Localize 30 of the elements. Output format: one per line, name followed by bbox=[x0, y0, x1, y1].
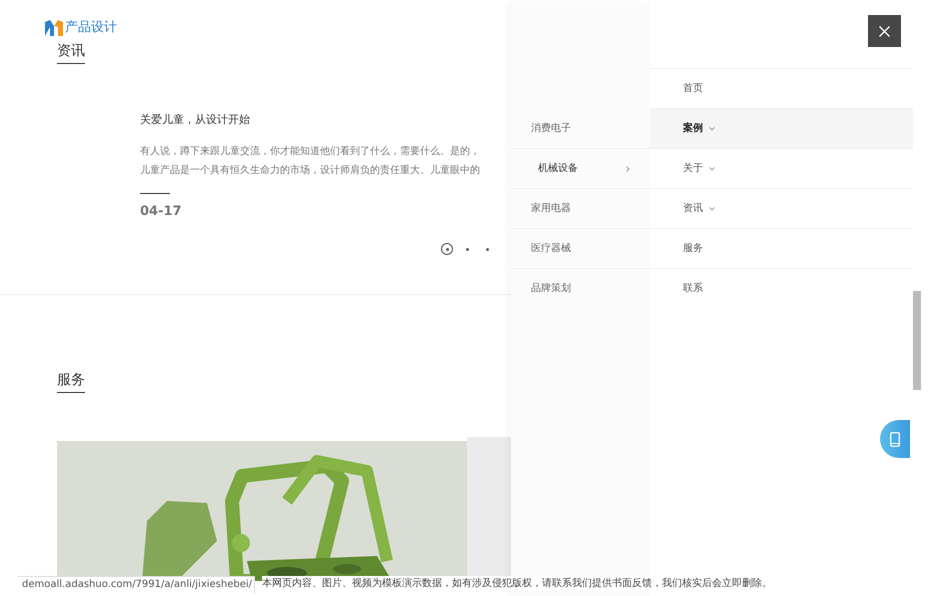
close-icon bbox=[879, 26, 890, 36]
section-heading: 服务 bbox=[57, 372, 85, 393]
chevron-right-icon bbox=[626, 166, 630, 172]
menu-item-label: 案例 bbox=[683, 121, 703, 136]
menu-item-label: 联系 bbox=[683, 282, 703, 296]
article-date: 04-17 bbox=[140, 203, 183, 222]
submenu-item[interactable]: 品牌策划 bbox=[531, 281, 571, 296]
carousel-dot[interactable] bbox=[441, 243, 453, 255]
article-title[interactable]: 关爱儿童，从设计开始 bbox=[140, 112, 480, 128]
logo-text[interactable]: 产品设计 bbox=[65, 18, 117, 38]
phone-icon bbox=[890, 432, 900, 446]
menu-item[interactable]: 资讯 bbox=[650, 188, 913, 228]
logo-icon[interactable] bbox=[45, 20, 63, 36]
submenu-item[interactable]: 家用电器 bbox=[531, 201, 571, 216]
section-heading: 资讯 bbox=[57, 43, 85, 64]
status-url: demoall.adashuo.com/7991/a/anli/jixieshebei/ bbox=[18, 576, 256, 594]
menu-item-label: 关于 bbox=[683, 162, 703, 176]
article-summary: 有人说，蹲下来跟儿童交流，你才能知道他们看到了什么，需要什么。是的， 儿童产品是一个具有恒久生命力的市场，设计师肩负的责任重大。儿童眼中的 bbox=[140, 144, 480, 178]
menu-item[interactable]: 关于 bbox=[650, 148, 913, 188]
submenu-item[interactable]: 机械设备 bbox=[538, 161, 578, 176]
menu-item[interactable]: 服务 bbox=[650, 228, 913, 268]
menu-item[interactable]: 联系 bbox=[650, 268, 913, 308]
close-button[interactable] bbox=[868, 15, 901, 47]
menu-item-label: 服务 bbox=[683, 242, 703, 256]
submenu-item[interactable]: 消费电子 bbox=[531, 120, 571, 136]
menu-item[interactable]: 案例 bbox=[650, 108, 913, 148]
menu-item-label: 首页 bbox=[683, 82, 703, 96]
menu-item-label: 资讯 bbox=[683, 202, 703, 216]
submenu-item[interactable]: 医疗器械 bbox=[531, 241, 571, 256]
scrollbar-thumb[interactable] bbox=[913, 291, 921, 390]
